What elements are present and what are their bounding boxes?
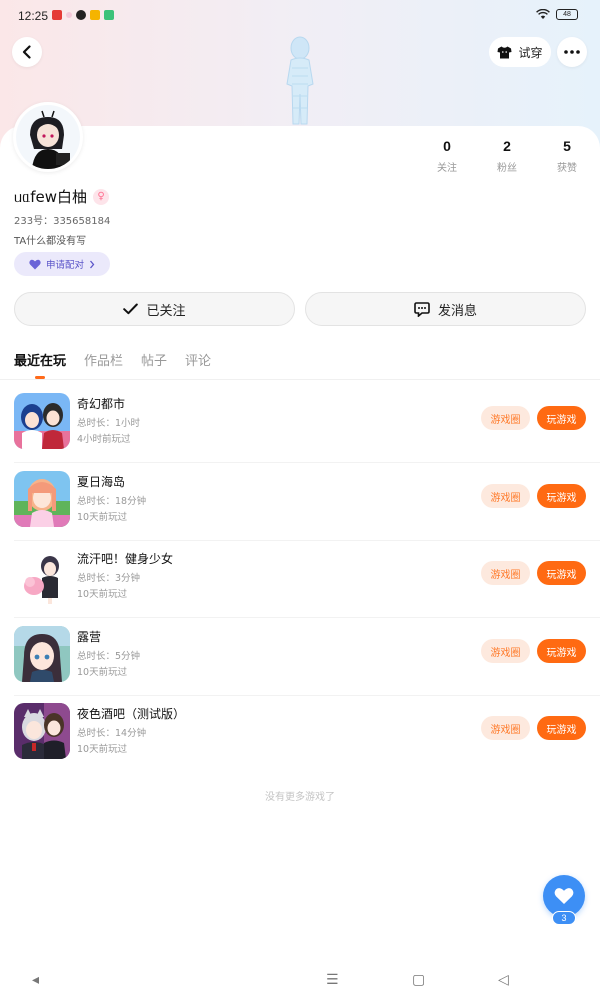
chevron-right-icon: [90, 260, 95, 268]
profile-tabs: 最近在玩 作品栏 帖子 评论: [14, 350, 211, 369]
gender-icon: ♀: [93, 188, 110, 205]
no-more-games-text: 没有更多游戏了: [265, 792, 335, 803]
stat-followers[interactable]: 2 粉丝: [482, 138, 532, 174]
game-circle-button[interactable]: 游戏圈: [481, 484, 530, 508]
game-duration: 总时长：18分钟: [77, 496, 147, 507]
play-game-button[interactable]: 玩游戏: [537, 639, 586, 663]
check-icon: [123, 303, 139, 315]
apply-pair-label: 申请配对: [45, 260, 84, 271]
play-game-button[interactable]: 玩游戏: [537, 716, 586, 740]
game-thumbnail: [14, 703, 70, 759]
status-right: 48: [536, 9, 578, 20]
more-dots-icon: [564, 50, 580, 54]
game-duration: 总时长：14分钟: [77, 728, 147, 739]
wifi-icon: [536, 9, 550, 19]
game-last-played: 10天前玩过: [77, 512, 128, 523]
try-on-button[interactable]: 试穿: [489, 37, 551, 67]
game-last-played: 10天前玩过: [77, 667, 128, 678]
list-item[interactable]: 露营 总时长：5分钟 10天前玩过 游戏圈 玩游戏: [0, 618, 600, 696]
try-on-label: 试穿: [518, 45, 543, 60]
game-thumbnail: [14, 471, 70, 527]
app-store-icon: [104, 10, 114, 20]
followed-button[interactable]: 已关注: [14, 292, 295, 326]
game-duration: 总时长：1小时: [77, 418, 141, 429]
stat-likes[interactable]: 5 获赞: [542, 138, 592, 174]
tab-comments[interactable]: 评论: [185, 350, 211, 369]
stat-label: 粉丝: [497, 163, 517, 174]
stat-value: 5: [563, 138, 571, 154]
tab-recently-played[interactable]: 最近在玩: [14, 350, 66, 369]
nav-menu-icon[interactable]: ☰: [326, 972, 339, 988]
3d-avatar-figure: [270, 34, 330, 126]
user-id: 233号：335658184: [14, 216, 111, 227]
stat-label: 获赞: [557, 163, 577, 174]
chat-bubble-icon: [414, 301, 430, 317]
game-last-played: 10天前玩过: [77, 589, 128, 600]
list-item[interactable]: 流汗吧！健身少女 总时长：3分钟 10天前玩过 游戏圈 玩游戏: [0, 540, 600, 618]
nav-home-icon[interactable]: ▢: [412, 972, 425, 988]
game-circle-button[interactable]: 游戏圈: [481, 716, 530, 740]
battery-icon: 48: [556, 9, 578, 20]
user-bio: TA什么都没有写: [14, 236, 87, 247]
username: ᥙᥲfew白柚: [14, 188, 88, 206]
game-duration: 总时长：3分钟: [77, 573, 141, 584]
play-game-button[interactable]: 玩游戏: [537, 484, 586, 508]
avatar-image: [16, 105, 80, 169]
game-title: 夜色酒吧（测试版）: [77, 707, 186, 721]
more-button[interactable]: [557, 37, 587, 67]
back-button[interactable]: [12, 37, 42, 67]
username-row: ᥙᥲfew白柚 ♀: [14, 186, 110, 207]
followed-label: 已关注: [146, 303, 186, 319]
game-duration: 总时长：5分钟: [77, 651, 141, 662]
game-thumbnail: [14, 393, 70, 449]
stat-value: 0: [443, 138, 451, 154]
send-message-button[interactable]: 发消息: [305, 292, 586, 326]
game-thumbnail: [14, 548, 70, 604]
notification-icons: [52, 10, 114, 20]
heart-icon: [554, 888, 574, 904]
send-message-label: 发消息: [437, 303, 477, 319]
like-count-badge: 3: [552, 911, 576, 925]
app-notification-icon: [52, 10, 62, 20]
game-title: 露营: [77, 630, 102, 644]
apply-pair-button[interactable]: 申请配对: [14, 252, 110, 276]
tab-posts[interactable]: 帖子: [141, 350, 167, 369]
list-item[interactable]: 奇幻都市 总时长：1小时 4小时前玩过 游戏圈 玩游戏: [0, 385, 600, 463]
status-bar: 12:25 48: [0, 0, 600, 32]
nav-back-icon[interactable]: ◂: [32, 972, 39, 988]
heart-icon: [29, 259, 41, 269]
list-item[interactable]: 夏日海岛 总时长：18分钟 10天前玩过 游戏圈 玩游戏: [0, 463, 600, 541]
stat-following[interactable]: 0 关注: [422, 138, 472, 174]
game-circle-button[interactable]: 游戏圈: [481, 639, 530, 663]
avatar[interactable]: [13, 102, 83, 172]
game-thumbnail: [14, 626, 70, 682]
play-game-button[interactable]: 玩游戏: [537, 406, 586, 430]
play-game-button[interactable]: 玩游戏: [537, 561, 586, 585]
tshirt-icon: [497, 46, 512, 58]
tabs-divider: [0, 379, 600, 380]
chevron-left-icon: [22, 45, 31, 59]
game-circle-button[interactable]: 游戏圈: [481, 561, 530, 585]
stat-label: 关注: [437, 163, 457, 174]
game-last-played: 4小时前玩过: [77, 434, 131, 445]
game-title: 奇幻都市: [77, 397, 126, 411]
system-nav-bar: ◂ ☰ ▢ ◁: [0, 960, 600, 1000]
wechat-icon: [76, 10, 86, 20]
game-last-played: 10天前玩过: [77, 744, 128, 755]
tab-works[interactable]: 作品栏: [84, 350, 123, 369]
status-time: 12:25: [18, 9, 49, 23]
nav-recents-icon[interactable]: ◁: [498, 972, 509, 988]
game-circle-button[interactable]: 游戏圈: [481, 406, 530, 430]
game-title: 流汗吧！健身少女: [77, 552, 174, 566]
dot-notification-icon: [66, 12, 72, 18]
game-title: 夏日海岛: [77, 475, 126, 489]
game-app-icon: [90, 10, 100, 20]
stat-value: 2: [503, 138, 511, 154]
list-item[interactable]: 夜色酒吧（测试版） 总时长：14分钟 10天前玩过 游戏圈 玩游戏: [0, 695, 600, 773]
